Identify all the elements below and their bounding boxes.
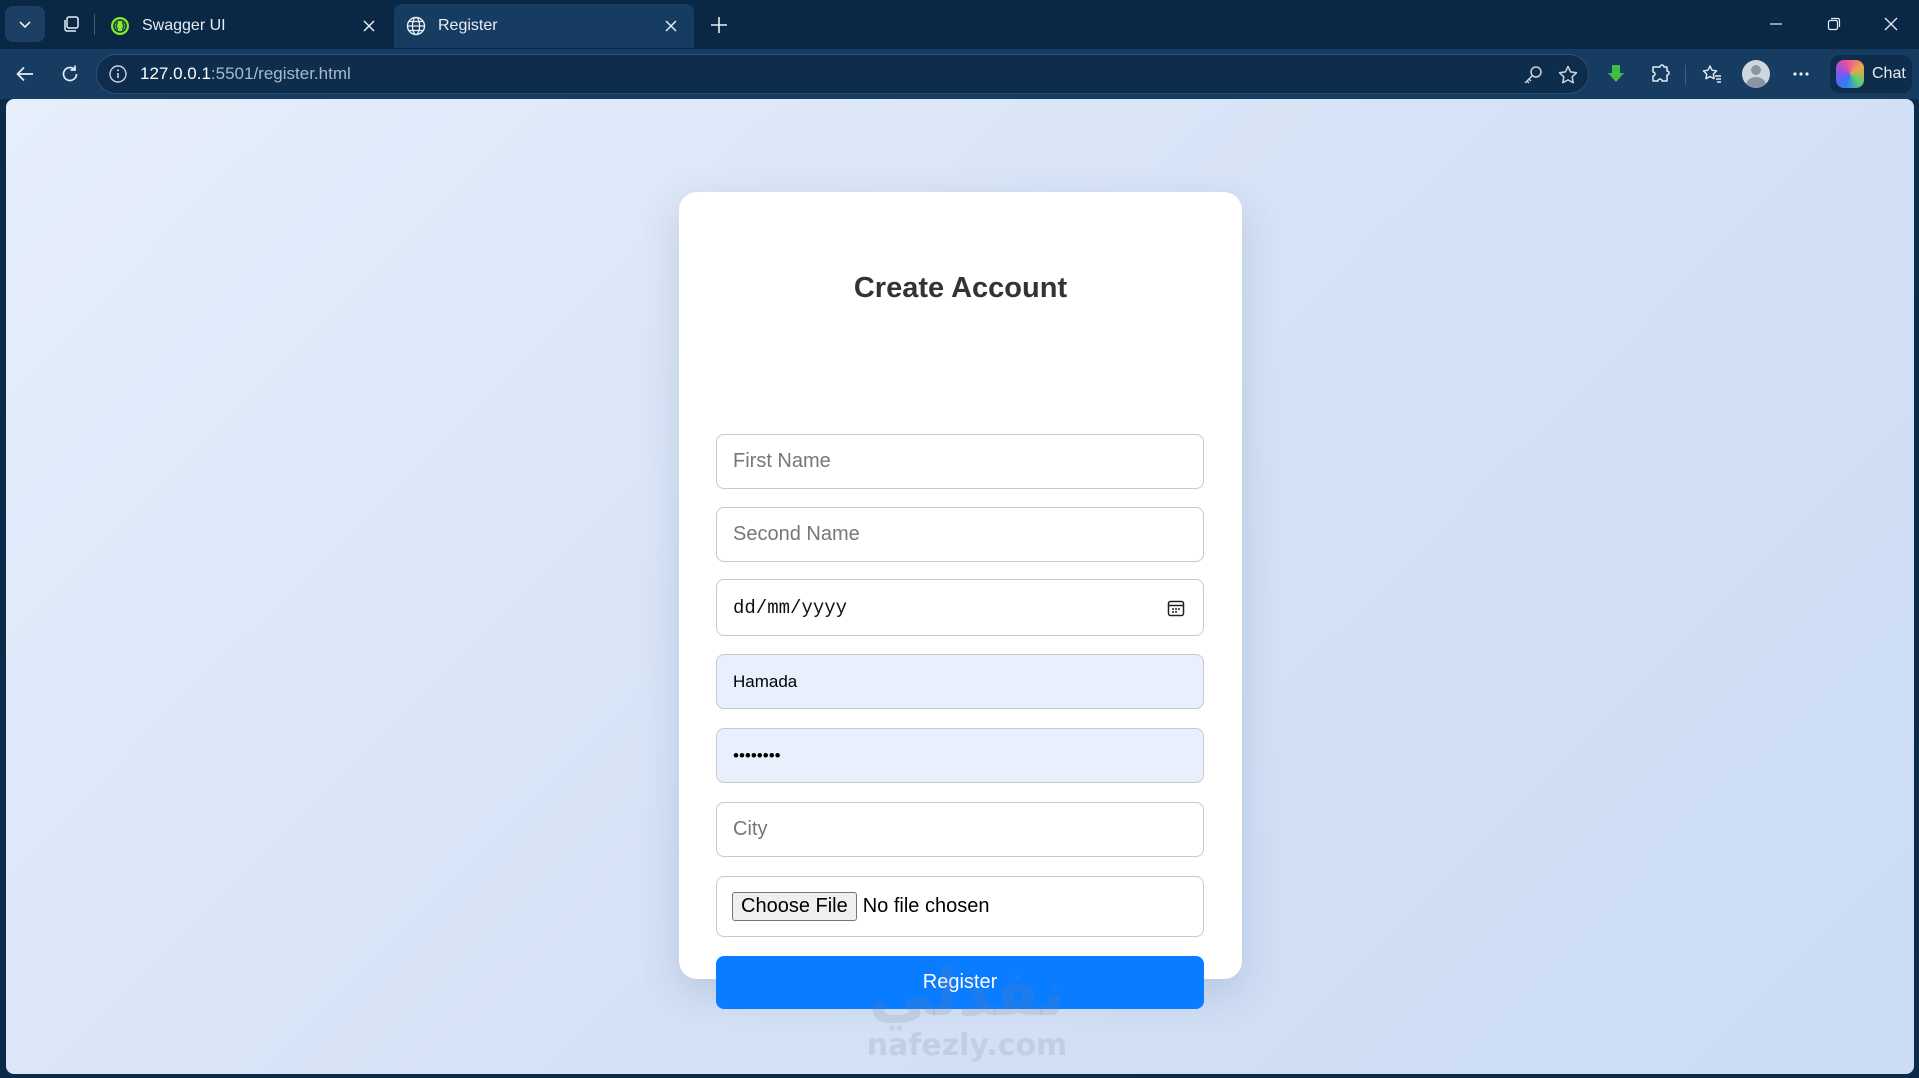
site-info-icon[interactable] [106,62,130,86]
favorite-star-icon[interactable] [1556,63,1580,87]
tab-separator [94,14,95,35]
close-tab-icon[interactable] [358,15,380,37]
tab-label: Register [438,17,498,34]
url-text: 127.0.0.1:5501/register.html [140,64,351,84]
globe-icon [406,16,426,36]
watermark-logo: نفذلي nafezly.com [852,959,1082,1069]
download-arrow-icon [1608,65,1624,82]
profile-avatar[interactable] [1742,60,1770,88]
refresh-button[interactable] [52,57,88,91]
date-placeholder: dd/mm/yyyy [733,596,848,619]
copilot-chat-button[interactable]: Chat [1830,55,1912,93]
download-extension-button[interactable] [1598,57,1634,91]
restore-icon [1827,17,1841,31]
city-input[interactable] [716,802,1204,857]
key-icon[interactable] [1521,63,1545,87]
back-button[interactable] [7,57,43,91]
chevron-down-icon [19,21,31,29]
close-icon [1884,17,1898,31]
browser-toolbar: 127.0.0.1:5501/register.html Chat [0,49,1919,99]
address-bar[interactable]: 127.0.0.1:5501/register.html [96,54,1589,94]
puzzle-icon [1652,64,1670,82]
copilot-icon [1836,60,1864,88]
url-path: :5501/register.html [210,64,351,83]
close-window-button[interactable] [1863,4,1919,44]
minimize-icon [1770,23,1782,25]
new-tab-button[interactable] [702,9,736,41]
workspaces-icon [64,16,79,32]
minimize-button[interactable] [1748,4,1804,44]
first-name-input[interactable] [716,434,1204,489]
plus-icon [711,17,727,33]
tab-strip: Swagger UI Register [0,0,1919,49]
watermark-latin: nafezly.com [866,1028,1068,1063]
file-status: No file chosen [862,895,990,917]
tab-swagger-ui[interactable]: Swagger UI [98,4,392,48]
second-name-input[interactable] [716,507,1204,562]
tab-actions-button[interactable] [5,6,45,42]
workspaces-button[interactable] [54,8,88,40]
url-host: 127.0.0.1 [140,64,211,83]
choose-file-button[interactable]: Choose File [732,892,857,921]
chat-label: Chat [1872,65,1906,82]
refresh-icon [62,65,78,82]
arrow-left-icon [16,66,33,82]
password-input[interactable] [716,728,1204,783]
extensions-button[interactable] [1642,57,1678,91]
swagger-favicon-icon [110,16,130,36]
restore-button[interactable] [1806,4,1862,44]
favorites-list-icon [1702,65,1721,83]
watermark-arabic: نفذلي [869,957,1065,1031]
page-title: Create Account [853,272,1068,304]
birthdate-input[interactable]: dd/mm/yyyy [716,579,1204,636]
more-options-button[interactable] [1783,57,1819,91]
toolbar-separator [1685,65,1686,85]
close-tab-icon[interactable] [660,15,682,37]
more-horizontal-icon [1793,72,1809,76]
profile-image-input[interactable]: Choose File No file chosen [716,876,1204,937]
tab-label: Swagger UI [142,17,226,34]
calendar-icon[interactable] [1165,597,1187,619]
register-card: Create Account dd/mm/yyyy Choose File No… [679,192,1242,1009]
page-viewport: Create Account dd/mm/yyyy Choose File No… [6,99,1914,1074]
favorites-button[interactable] [1694,57,1730,91]
username-input[interactable] [716,654,1204,709]
tab-register[interactable]: Register [394,4,694,48]
